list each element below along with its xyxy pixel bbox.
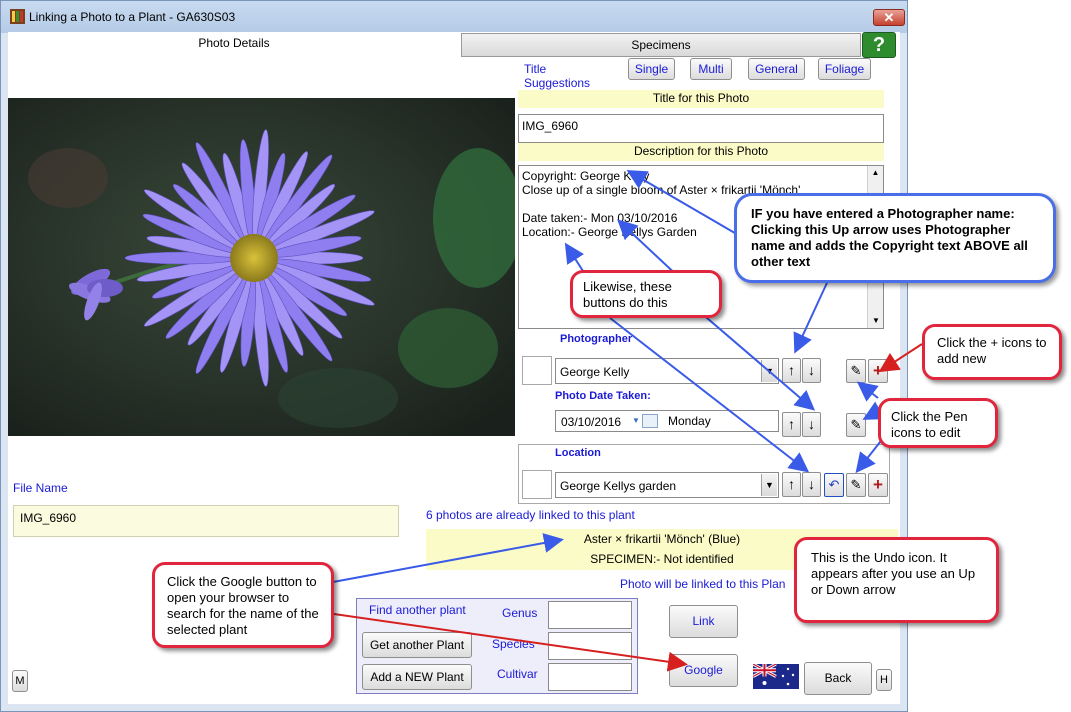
cultivar-input[interactable] [548, 663, 632, 691]
flower-image [8, 98, 515, 436]
file-name-label: File Name [13, 481, 68, 495]
date-edit-button[interactable]: ✎ [846, 413, 866, 437]
photo-title-input[interactable]: IMG_6960 [518, 114, 884, 143]
close-button[interactable]: ✕ [873, 9, 905, 26]
back-button[interactable]: Back [804, 662, 872, 695]
photographer-edit-button[interactable]: ✎ [846, 359, 866, 383]
photographer-value: George Kelly [560, 365, 630, 379]
will-link-text: Photo will be linked to this Plan [620, 577, 786, 591]
pencil-icon: ✎ [850, 477, 862, 492]
location-swatch [522, 470, 552, 499]
location-label: Location [555, 447, 601, 459]
description-line: Copyright: George Kelly [522, 169, 650, 183]
foliage-button[interactable]: Foliage [818, 58, 871, 80]
chevron-down-icon[interactable]: ▼ [761, 360, 777, 382]
chevron-down-icon[interactable]: ▼ [632, 416, 640, 425]
file-name-field[interactable]: IMG_6960 [13, 505, 399, 537]
general-button[interactable]: General [748, 58, 805, 80]
photographer-up-button[interactable]: ↑ [782, 358, 801, 383]
date-up-button[interactable]: ↑ [782, 412, 801, 437]
m-button[interactable]: M [12, 670, 28, 692]
plus-icon: + [873, 361, 883, 380]
app-icon [10, 9, 25, 24]
pencil-icon: ✎ [850, 363, 862, 378]
genus-input[interactable] [548, 601, 632, 629]
callout-likewise: Likewise, these buttons do this [570, 270, 722, 318]
australian-flag-icon [753, 664, 799, 689]
cultivar-label: Cultivar [497, 667, 538, 681]
get-another-plant-button[interactable]: Get another Plant [362, 632, 472, 658]
date-value: 03/10/2016 [561, 415, 622, 429]
undo-button[interactable]: ↶ [824, 473, 844, 497]
callout-pen-icons: Click the Pen icons to edit [878, 398, 998, 448]
plant-photo [8, 98, 515, 436]
chevron-down-icon[interactable]: ▼ [761, 474, 777, 496]
location-value: George Kellys garden [560, 479, 677, 493]
undo-icon: ↶ [828, 477, 840, 492]
description-header: Description for this Photo [518, 143, 884, 161]
single-button[interactable]: Single [628, 58, 675, 80]
window-title: Linking a Photo to a Plant - GA630S03 [29, 10, 236, 24]
title-suggestions-label: Title Suggestions [524, 62, 591, 90]
location-edit-button[interactable]: ✎ [846, 473, 866, 497]
date-down-button[interactable]: ↓ [802, 412, 821, 437]
add-new-plant-button[interactable]: Add a NEW Plant [362, 664, 472, 690]
h-button[interactable]: H [876, 669, 892, 691]
title-bar: Linking a Photo to a Plant - GA630S03 ✕ [1, 1, 907, 33]
photographer-swatch [522, 356, 552, 385]
photographer-label: Photographer [560, 333, 633, 345]
callout-plus-icons: Click the + icons to add new [922, 324, 1062, 380]
photographer-select[interactable]: George Kelly ▼ [555, 358, 779, 384]
photographer-add-button[interactable]: + [868, 359, 888, 383]
genus-label: Genus [502, 606, 538, 620]
tab-photo-details[interactable]: Photo Details [8, 32, 460, 56]
callout-google: Click the Google button to open your bro… [152, 562, 334, 648]
location-select[interactable]: George Kellys garden ▼ [555, 472, 779, 498]
date-picker[interactable]: 03/10/2016 ▼ Monday [555, 410, 779, 432]
link-button[interactable]: Link [669, 605, 738, 638]
calendar-icon[interactable] [642, 414, 658, 428]
multi-button[interactable]: Multi [690, 58, 732, 80]
day-value: Monday [668, 414, 711, 428]
help-button[interactable]: ? [862, 32, 896, 58]
location-down-button[interactable]: ↓ [802, 472, 821, 497]
title-photo-header: Title for this Photo [518, 90, 884, 108]
species-label: Species [492, 637, 535, 651]
google-button[interactable]: Google [669, 654, 738, 687]
callout-undo-icon: This is the Undo icon. It appears after … [794, 537, 999, 623]
find-plant-label: Find another plant [369, 603, 466, 617]
tab-specimens[interactable]: Specimens [461, 33, 861, 57]
photographer-down-button[interactable]: ↓ [802, 358, 821, 383]
location-up-button[interactable]: ↑ [782, 472, 801, 497]
plus-icon: + [873, 475, 883, 494]
species-input[interactable] [548, 632, 632, 660]
linked-count-text: 6 photos are already linked to this plan… [426, 508, 635, 522]
callout-photographer-up: IF you have entered a Photographer name:… [734, 193, 1056, 283]
pencil-icon: ✎ [850, 417, 862, 432]
date-taken-label: Photo Date Taken: [555, 390, 651, 402]
location-add-button[interactable]: + [868, 473, 888, 497]
